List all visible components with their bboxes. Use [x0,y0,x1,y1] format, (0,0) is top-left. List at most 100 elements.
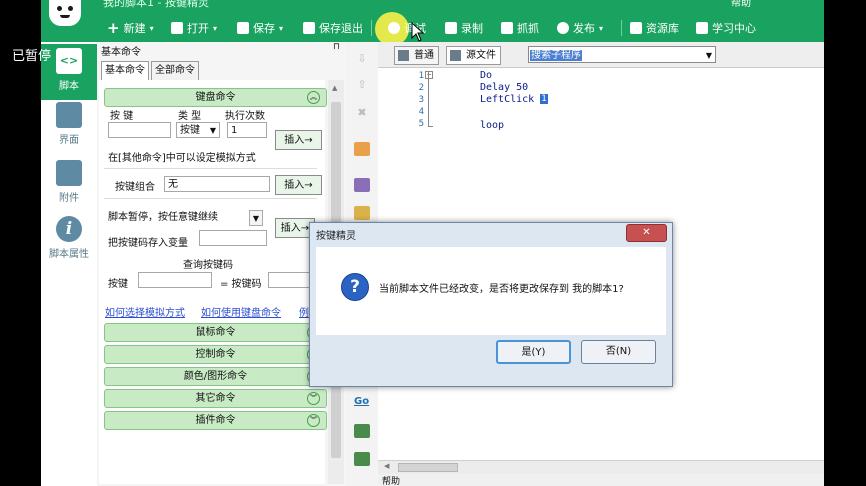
source-view-icon [450,50,461,61]
count-input[interactable]: 1 [227,122,267,138]
move-up-icon[interactable]: ⇧ [354,78,370,92]
line-number: 1 [418,71,424,81]
delete-icon[interactable]: ✖ [354,106,370,120]
book-icon [696,22,708,34]
tab-basic-commands[interactable]: 基本命令 [101,61,149,81]
save-exit-button[interactable]: 保存退出 [303,19,363,37]
tab-all-commands[interactable]: 全部命令 [151,61,199,81]
hand-icon[interactable] [354,142,370,156]
learn-center-button[interactable]: 学习中心 [696,19,756,37]
query-key-input[interactable] [138,272,212,288]
scroll-left-icon[interactable]: ◀ [384,462,389,470]
save-icon [237,22,249,34]
group-mouse[interactable]: 鼠标命令︾ [104,323,327,342]
script-icon: <> [56,48,82,74]
editor-hscrollbar[interactable]: ◀ [378,460,824,475]
save-exit-icon [303,22,315,34]
insert-combo-button[interactable]: 插入→ [275,175,322,195]
insert-key-button[interactable]: 插入→ [275,130,322,150]
group-keyboard[interactable]: 键盘命令 ︽ [104,88,327,107]
store-var-input[interactable] [199,230,267,246]
code-line[interactable]: Do [480,70,492,81]
subroutine-search[interactable]: 搜索子程序 ▼ [528,46,716,63]
find-replace-icon[interactable] [354,452,370,466]
window-title: 我的脚本1 - 按键精灵 [103,0,209,9]
open-button[interactable]: 打开 ▾ [171,19,217,37]
go-icon[interactable]: Go [354,396,370,410]
line-number: 5 [418,119,424,129]
attachment-icon [56,160,82,186]
line-number: 2 [418,83,424,93]
divider [104,168,317,169]
editor-toolbar: 普通 源文件 搜索子程序 ▼ [378,42,824,68]
dialog-title: 按键精灵 [316,231,356,242]
line-number: 3 [418,95,424,105]
sidebar-item-properties[interactable]: i 脚本属性 [41,216,97,260]
yes-button[interactable]: 是(Y) [496,340,571,364]
find-icon[interactable] [354,424,370,438]
fold-toggle-icon[interactable]: − [425,71,433,79]
scroll-up-icon[interactable]: ▲ [332,84,337,92]
query-title: 查询按键码 [183,260,233,271]
chevron-down-icon: ▾ [279,23,284,33]
move-down-icon[interactable]: ⇩ [354,52,370,66]
dialog-message: 当前脚本文件已经改变，是否将更改保存到 我的脚本1? [379,284,624,295]
save-button[interactable]: 保存 ▾ [237,19,283,37]
pause-select[interactable]: 脚本暂停，按任意键继续 ▼ [106,210,266,226]
mode-hint: 在[其他命令]中可以设定模拟方式 [108,153,256,164]
dialog-body: ? 当前脚本文件已经改变，是否将更改保存到 我的脚本1? [316,247,666,335]
command-list: 键盘命令 ︽ 按 键 类 型 执行次数 按键 ▼ 1 插入→ 在[其他命令]中可以设… [99,80,327,484]
publish-icon [557,22,569,34]
resources-button[interactable]: 资源库 [630,19,679,37]
close-icon[interactable]: ✕ [626,224,667,242]
status-bar: 帮助 [378,474,824,486]
expand-icon: ︾ [307,392,320,405]
group-color-graphics[interactable]: 颜色/图形命令︾ [104,367,327,386]
sidebar-item-attachment[interactable]: 附件 [41,160,97,204]
key-input[interactable] [108,122,171,138]
tab-normal-view[interactable]: 普通 [394,46,439,65]
combo-label: 按键组合 [115,182,155,193]
question-icon: ? [341,273,369,301]
publish-button[interactable]: 发布 ▾ [557,19,603,37]
chevron-down-icon[interactable]: ▼ [706,47,712,64]
code-line[interactable]: LeftClick 1 [480,94,548,105]
tab-source-view[interactable]: 源文件 [446,46,501,65]
help-link[interactable]: 帮助 [731,0,751,9]
code-line[interactable]: Delay 50 [480,82,528,93]
panel-title: 基本命令 [101,47,141,58]
play-icon [388,22,400,34]
type-select[interactable]: 按键 ▼ [176,122,220,138]
no-button[interactable]: 否(N) [581,340,656,364]
chevron-down-icon: ▾ [149,23,154,33]
link-simulation-mode[interactable]: 如何选择模拟方式 [105,304,185,319]
chevron-down-icon: ▼ [249,210,263,226]
link-keyboard-commands[interactable]: 如何使用键盘命令 [201,304,281,319]
sidebar-item-layout[interactable]: 界面 [41,102,97,146]
fold-end [428,126,433,127]
code-line[interactable]: loop [480,120,504,131]
info-icon: i [56,216,82,242]
pin-icon[interactable]: ⊓ [333,42,340,52]
collapse-icon: ︽ [307,91,320,104]
scissors-icon[interactable] [354,178,370,192]
capture-button[interactable]: 抓抓 [501,19,539,37]
toolbar-divider [621,20,622,36]
normal-view-icon [398,50,409,61]
combo-input[interactable]: 无 [164,176,270,192]
query-code-label: = 按键码 [220,279,262,290]
group-plugin[interactable]: 插件命令 ︾ [104,411,327,430]
hscrollbar-thumb[interactable] [398,463,458,472]
link-example[interactable]: 例 [299,304,309,319]
record-button[interactable]: 录制 [445,19,483,37]
chevron-down-icon: ▾ [599,23,604,33]
group-control[interactable]: 控制命令︾ [104,345,327,364]
logo-robot-icon [49,0,81,26]
plus-icon: + [107,19,120,37]
folder-icon [171,22,183,34]
new-button[interactable]: + 新建 ▾ [107,19,154,37]
group-other[interactable]: 其它命令 ︾ [104,389,327,408]
resources-icon [630,22,642,34]
paste-icon[interactable] [354,206,370,220]
mouse-cursor-icon [411,22,425,42]
